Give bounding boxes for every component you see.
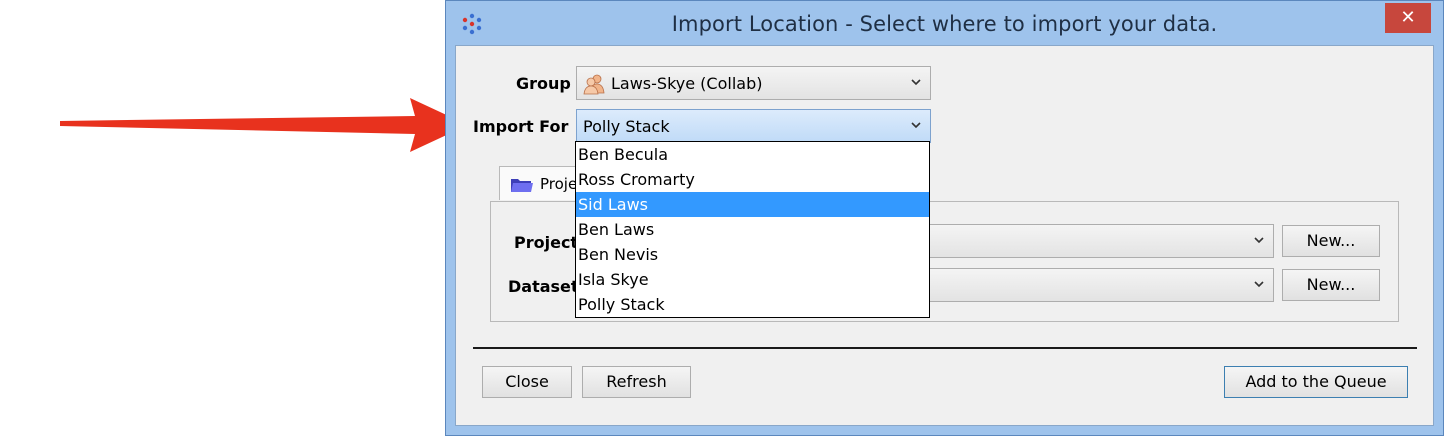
close-window-button[interactable]: ✕ [1385, 3, 1431, 33]
import-for-dropdown-list: Ben Becula Ross Cromarty Sid Laws Ben La… [575, 141, 930, 318]
dataset-select[interactable] [926, 268, 1274, 302]
list-item[interactable]: Ben Becula [576, 142, 929, 167]
annotation-arrow [60, 98, 468, 152]
import-for-select[interactable]: Polly Stack [576, 109, 931, 143]
dataset-label: Dataset [508, 277, 579, 296]
folder-icon [511, 179, 533, 192]
group-select[interactable]: Laws-Skye (Collab) [576, 66, 931, 100]
list-item[interactable]: Ben Laws [576, 217, 929, 242]
list-item[interactable]: Ross Cromarty [576, 167, 929, 192]
window-title: Import Location - Select where to import… [671, 12, 1218, 36]
separator [473, 347, 1417, 349]
list-item-highlighted[interactable]: Sid Laws [576, 192, 929, 217]
group-icon [583, 74, 605, 95]
close-button[interactable]: Close [482, 366, 572, 398]
list-item[interactable]: Isla Skye [576, 267, 929, 292]
add-to-queue-button[interactable]: Add to the Queue [1224, 366, 1408, 398]
new-dataset-button[interactable]: New... [1282, 269, 1380, 301]
project-label: Project [514, 233, 579, 252]
import-for-label: Import For [473, 117, 569, 136]
new-project-button[interactable]: New... [1282, 225, 1380, 257]
chevron-down-icon [1254, 237, 1264, 244]
chevron-down-icon [911, 122, 921, 129]
list-item[interactable]: Polly Stack [576, 292, 929, 317]
title-bar[interactable]: Import Location - Select where to import… [446, 1, 1443, 45]
project-select[interactable] [926, 224, 1274, 258]
group-value: Laws-Skye (Collab) [611, 74, 763, 93]
group-label: Group [516, 74, 571, 93]
refresh-button[interactable]: Refresh [582, 366, 691, 398]
chevron-down-icon [1254, 281, 1264, 288]
list-item[interactable]: Ben Nevis [576, 242, 929, 267]
chevron-down-icon [911, 79, 921, 86]
import-for-value: Polly Stack [583, 117, 670, 136]
